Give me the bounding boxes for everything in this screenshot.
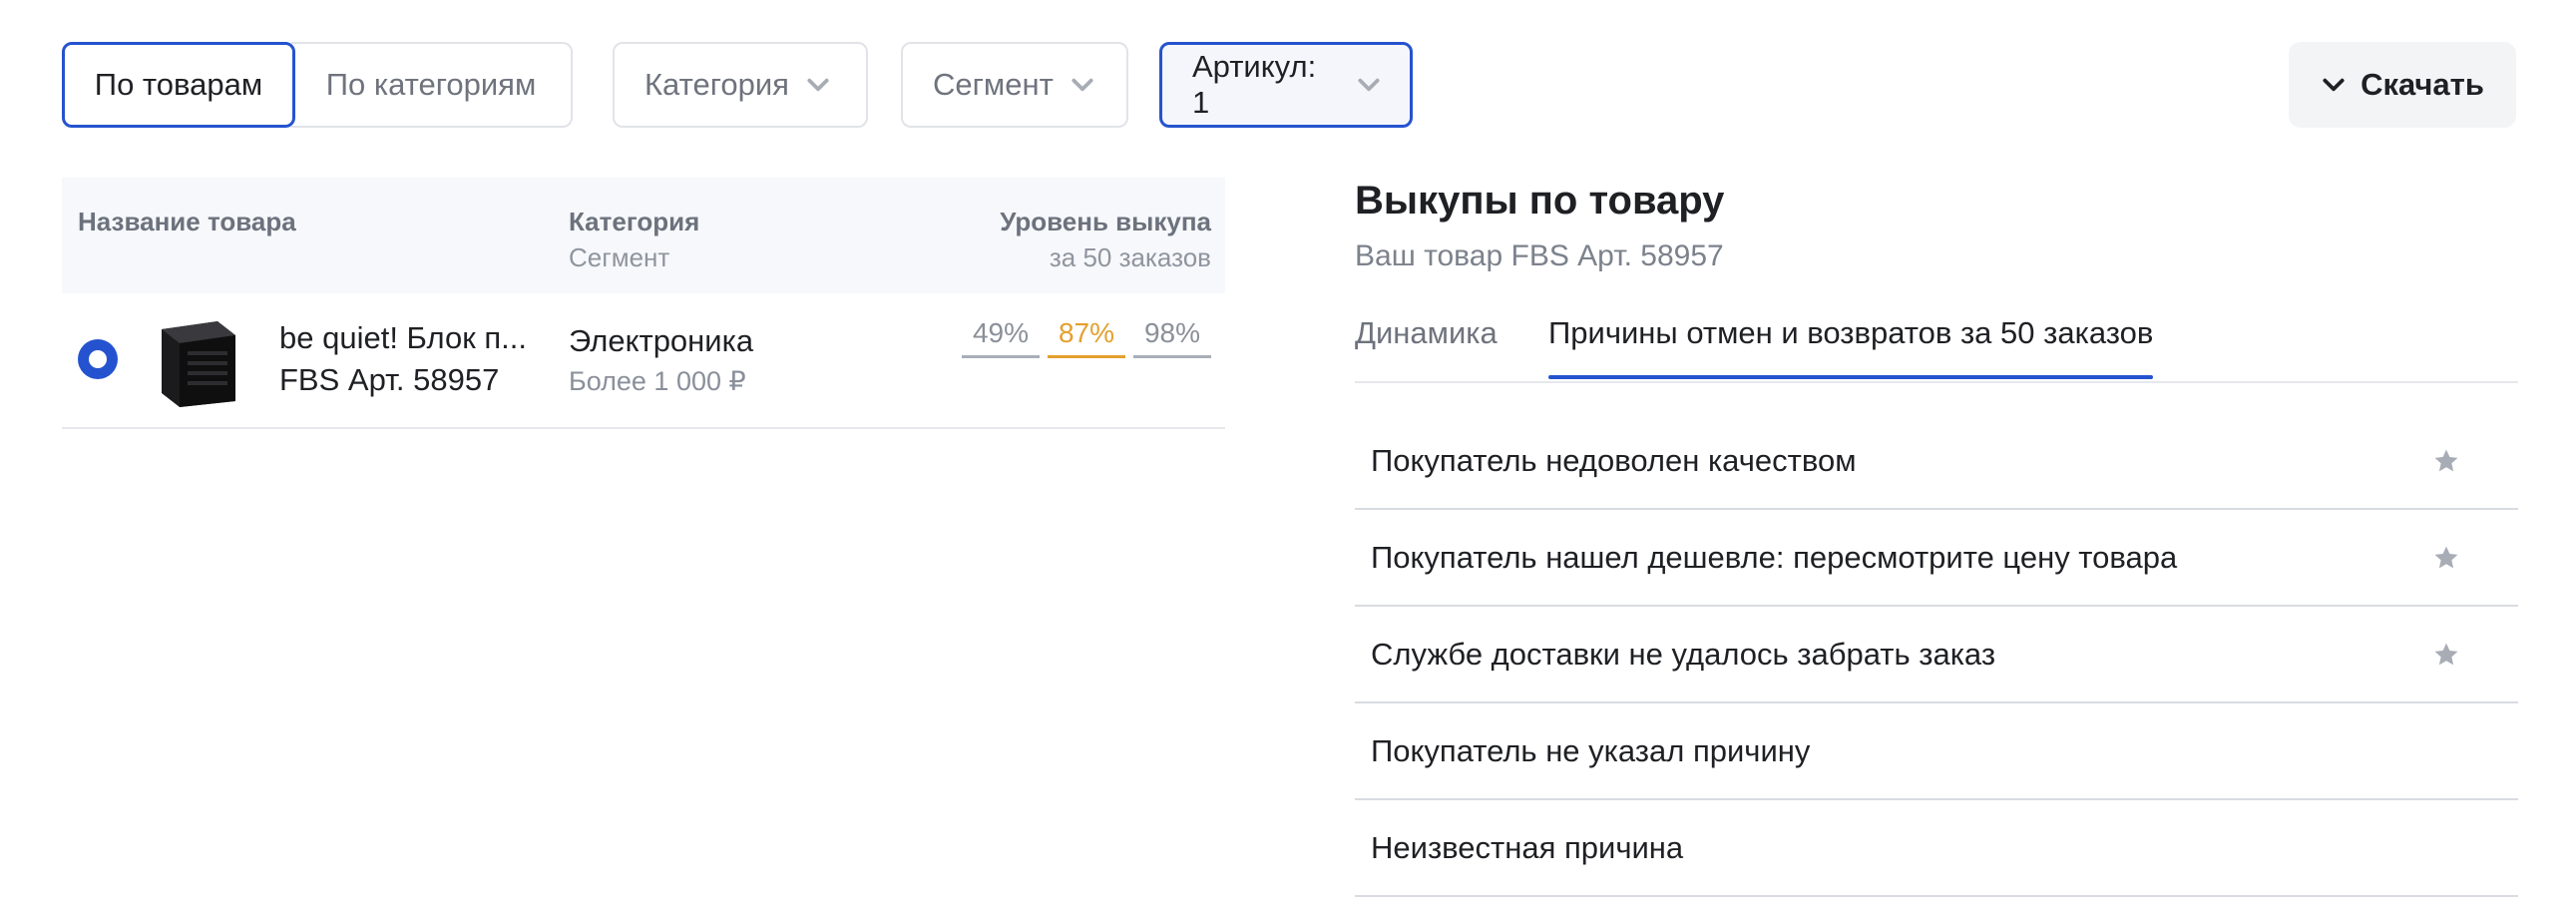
column-header-level: Уровень выкупа за 50 заказов <box>1000 204 1211 275</box>
tab-cancel-reasons[interactable]: Причины отмен и возвратов за 50 заказов <box>1548 313 2154 379</box>
product-name: be quiet! Блок п... <box>279 320 528 355</box>
panel-subtitle: Ваш товар FBS Арт. 58957 <box>1355 239 1724 272</box>
panel-tabs: Динамика Причины отмен и возвратов за 50… <box>1355 313 2518 383</box>
list-item[interactable]: Службе доставки не удалось забрать заказ <box>1355 607 2518 703</box>
tab-cancel-reasons-label: Причины отмен и возвратов за 50 заказов <box>1548 315 2154 350</box>
view-by-products-button[interactable]: По товарам <box>62 42 295 128</box>
product-article: FBS Арт. 58957 <box>279 362 500 397</box>
list-item[interactable]: Неизвестная причина <box>1355 800 2518 897</box>
reason-label: Службе доставки не удалось забрать заказ <box>1371 636 1996 672</box>
active-tab-underline <box>1548 375 2154 379</box>
article-dropdown-label: Артикул: 1 <box>1192 49 1317 120</box>
table-header: Название товара Категория Сегмент Уровен… <box>62 178 1225 293</box>
segment-dropdown-label: Сегмент <box>933 67 1054 102</box>
reason-label: Покупатель не указал причину <box>1371 732 1811 768</box>
filter-bar: По товарам По категориям Категория Сегме… <box>62 42 2516 130</box>
column-header-level-sub: за 50 заказов <box>1049 242 1211 272</box>
product-name-cell: be quiet! Блок п... FBS Арт. 58957 <box>279 317 527 401</box>
view-mode-switch: По товарам По категориям <box>62 42 573 128</box>
product-thumbnail <box>148 317 247 409</box>
reason-label: Покупатель недоволен качеством <box>1371 442 1857 478</box>
product-category: Электроника <box>569 323 754 358</box>
product-category-cell: Электроника Более 1 000 ₽ <box>569 321 753 401</box>
table-row[interactable]: be quiet! Блок п... FBS Арт. 58957 Элект… <box>62 293 1225 429</box>
chevron-down-icon <box>1356 72 1382 98</box>
list-item[interactable]: Покупатель недоволен качеством <box>1355 413 2518 510</box>
download-button[interactable]: Скачать <box>2289 42 2516 128</box>
star-icon <box>2432 640 2462 670</box>
reason-label: Неизвестная причина <box>1371 829 1684 865</box>
view-by-categories-button[interactable]: По категориям <box>291 42 573 128</box>
reasons-list: Покупатель недоволен качеством Покупател… <box>1355 413 2518 897</box>
list-item[interactable]: Покупатель не указал причину <box>1355 703 2518 800</box>
column-header-name-label: Название товара <box>78 207 296 236</box>
buyout-level-current: 87% <box>1048 313 1125 358</box>
products-table: Название товара Категория Сегмент Уровен… <box>62 178 1225 429</box>
category-dropdown-label: Категория <box>644 67 789 102</box>
star-icon <box>2432 446 2462 476</box>
column-header-name: Название товара <box>78 204 296 239</box>
chevron-down-icon <box>1070 72 1095 98</box>
column-header-category-label: Категория <box>569 207 700 236</box>
row-select-radio[interactable] <box>78 339 118 379</box>
chevron-down-icon <box>805 72 831 98</box>
buyout-level-high: 98% <box>1133 313 1211 358</box>
download-button-label: Скачать <box>2361 67 2484 102</box>
column-header-category: Категория Сегмент <box>569 204 699 275</box>
segment-dropdown[interactable]: Сегмент <box>901 42 1128 128</box>
tab-dynamics-label: Динамика <box>1355 315 1498 350</box>
list-item[interactable]: Покупатель нашел дешевле: пересмотрите ц… <box>1355 510 2518 607</box>
reason-label: Покупатель нашел дешевле: пересмотрите ц… <box>1371 539 2178 575</box>
product-segment: Более 1 000 ₽ <box>569 366 746 396</box>
tab-dynamics[interactable]: Динамика <box>1355 313 1498 353</box>
column-header-level-label: Уровень выкупа <box>1000 207 1211 236</box>
buyout-levels: 49% 87% 98% <box>954 313 1211 358</box>
buyout-details-panel: Выкупы по товару Ваш товар FBS Арт. 5895… <box>1355 178 2518 897</box>
star-icon <box>2432 543 2462 573</box>
article-dropdown[interactable]: Артикул: 1 <box>1159 42 1413 128</box>
chevron-down-icon <box>2321 72 2347 98</box>
column-header-segment-label: Сегмент <box>569 242 670 272</box>
buyout-level-low: 49% <box>962 313 1040 358</box>
panel-title: Выкупы по товару <box>1355 179 1725 223</box>
category-dropdown[interactable]: Категория <box>613 42 868 128</box>
